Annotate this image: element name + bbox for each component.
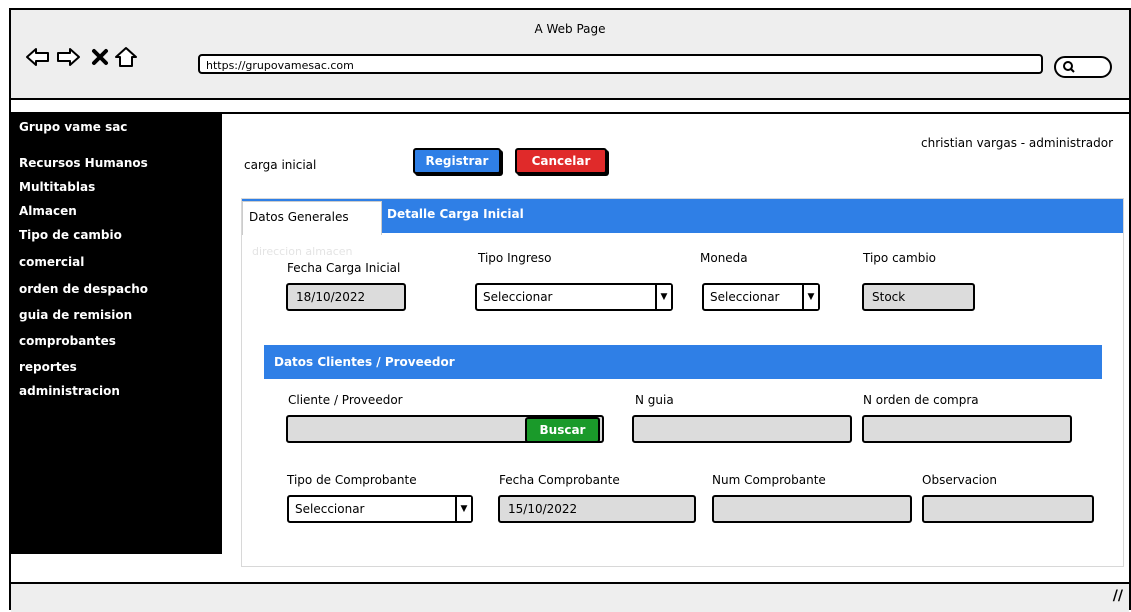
sidebar-item-multitablas[interactable]: Multitablas [19,180,95,194]
cancel-button[interactable]: Cancelar [515,148,607,174]
window-title: A Web Page [534,22,606,36]
tipo-comprobante-select[interactable]: Seleccionar ▼ [287,495,473,523]
nguia-label: N guia [635,393,674,407]
home-icon[interactable] [113,44,139,70]
fecha-comprobante-label: Fecha Comprobante [499,473,620,487]
back-icon[interactable] [25,44,51,70]
tab-detalle-carga[interactable]: Detalle Carga Inicial [387,207,524,221]
buscar-button[interactable]: Buscar [525,417,600,443]
sidebar: Grupo vame sac Recursos Humanos Multitab… [11,112,222,554]
sidebar-item-administracion[interactable]: administracion [19,384,120,398]
page-title: carga inicial [244,158,317,172]
ghost-label: direccion almacen [252,245,353,258]
sidebar-item-guia-remision[interactable]: guia de remision [19,308,132,322]
tipo-cambio-label: Tipo cambio [863,251,937,265]
cliente-label: Cliente / Proveedor [288,393,403,407]
sidebar-item-reportes[interactable]: reportes [19,360,77,374]
tipo-comprobante-value: Seleccionar [295,502,365,516]
chevron-down-icon: ▼ [455,497,471,521]
resize-grip-icon[interactable]: // [1113,588,1123,604]
search-button[interactable] [1054,56,1112,78]
tipo-comprobante-label: Tipo de Comprobante [287,473,417,487]
user-label: christian vargas - administrador [921,136,1113,150]
num-comprobante-field[interactable] [712,495,912,523]
fecha-carga-field[interactable]: 18/10/2022 [286,283,406,311]
moneda-select[interactable]: Seleccionar ▼ [702,283,820,311]
chevron-down-icon: ▼ [655,285,671,309]
section-clientes-proveedor: Datos Clientes / Proveedor [264,345,1102,379]
observacion-label: Observacion [922,473,997,487]
moneda-label: Moneda [700,251,748,265]
tipo-cambio-field[interactable]: Stock [862,283,975,311]
nguia-field[interactable] [632,415,852,443]
tipo-ingreso-select[interactable]: Seleccionar ▼ [475,283,673,311]
sidebar-brand[interactable]: Grupo vame sac [19,120,127,134]
sidebar-item-almacen[interactable]: Almacen [19,204,77,218]
tipo-ingreso-label: Tipo Ingreso [478,251,552,265]
register-button[interactable]: Registrar [413,148,501,174]
tab-datos-generales[interactable]: Datos Generales [242,201,382,235]
close-icon[interactable] [87,44,113,70]
sidebar-item-orden-despacho[interactable]: orden de despacho [19,282,148,296]
moneda-value: Seleccionar [710,290,780,304]
search-icon [1063,61,1075,73]
sidebar-item-tipo-cambio[interactable]: Tipo de cambio [19,228,122,242]
chevron-down-icon: ▼ [802,285,818,309]
fecha-carga-label: Fecha Carga Inicial [287,261,401,275]
norden-label: N orden de compra [863,393,979,407]
num-comprobante-label: Num Comprobante [712,473,826,487]
observacion-field[interactable] [922,495,1094,523]
norden-field[interactable] [862,415,1072,443]
forward-icon[interactable] [55,44,81,70]
tipo-ingreso-value: Seleccionar [483,290,553,304]
url-bar[interactable]: https://grupovamesac.com [198,54,1043,74]
browser-window: A Web Page https://grupovamesac.com Grup… [9,8,1131,612]
sidebar-item-comprobantes[interactable]: comprobantes [19,334,116,348]
sidebar-item-comercial[interactable]: comercial [19,255,84,269]
form-panel: Datos Generales Detalle Carga Inicial di… [241,198,1124,567]
page-content: Grupo vame sac Recursos Humanos Multitab… [11,100,1129,582]
browser-chrome: A Web Page https://grupovamesac.com [11,10,1129,100]
fecha-comprobante-field[interactable]: 15/10/2022 [498,495,696,523]
tab-bar: Datos Generales Detalle Carga Inicial [242,199,1123,235]
sidebar-item-recursos-humanos[interactable]: Recursos Humanos [19,156,148,170]
